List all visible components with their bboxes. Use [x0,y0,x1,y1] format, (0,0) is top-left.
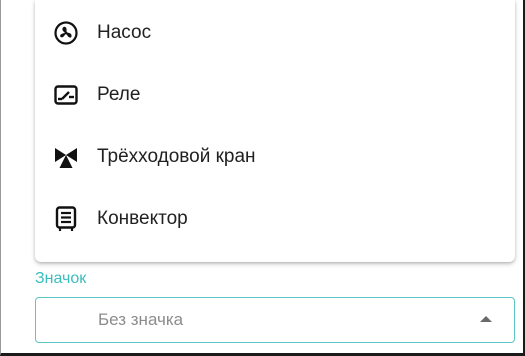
menu-item-label: Насос [97,22,152,43]
menu-item-three-way-valve[interactable]: Трёхходовой кран [35,126,515,188]
convector-icon [54,206,78,231]
menu-item-label: Трёхходовой кран [97,146,256,167]
icon-select-value: Без значка [98,310,184,329]
pump-fan-icon [54,21,78,45]
icon-dropdown-menu: Насос Реле Трёхходовой кран Конвектор [35,0,515,262]
menu-item-pump[interactable]: Насос [35,2,515,64]
caret-up-icon [480,316,492,322]
window-frame: Насос Реле Трёхходовой кран Конвектор Зн… [0,0,525,356]
icon-field-label: Значок [35,270,87,287]
icon-select[interactable]: Без значка [35,297,515,343]
menu-item-label: Реле [97,84,141,105]
relay-switch-icon [54,83,78,107]
menu-item-convector[interactable]: Конвектор [35,188,515,250]
three-way-valve-icon [54,145,78,169]
menu-item-label: Конвектор [97,208,188,229]
menu-item-relay[interactable]: Реле [35,64,515,126]
